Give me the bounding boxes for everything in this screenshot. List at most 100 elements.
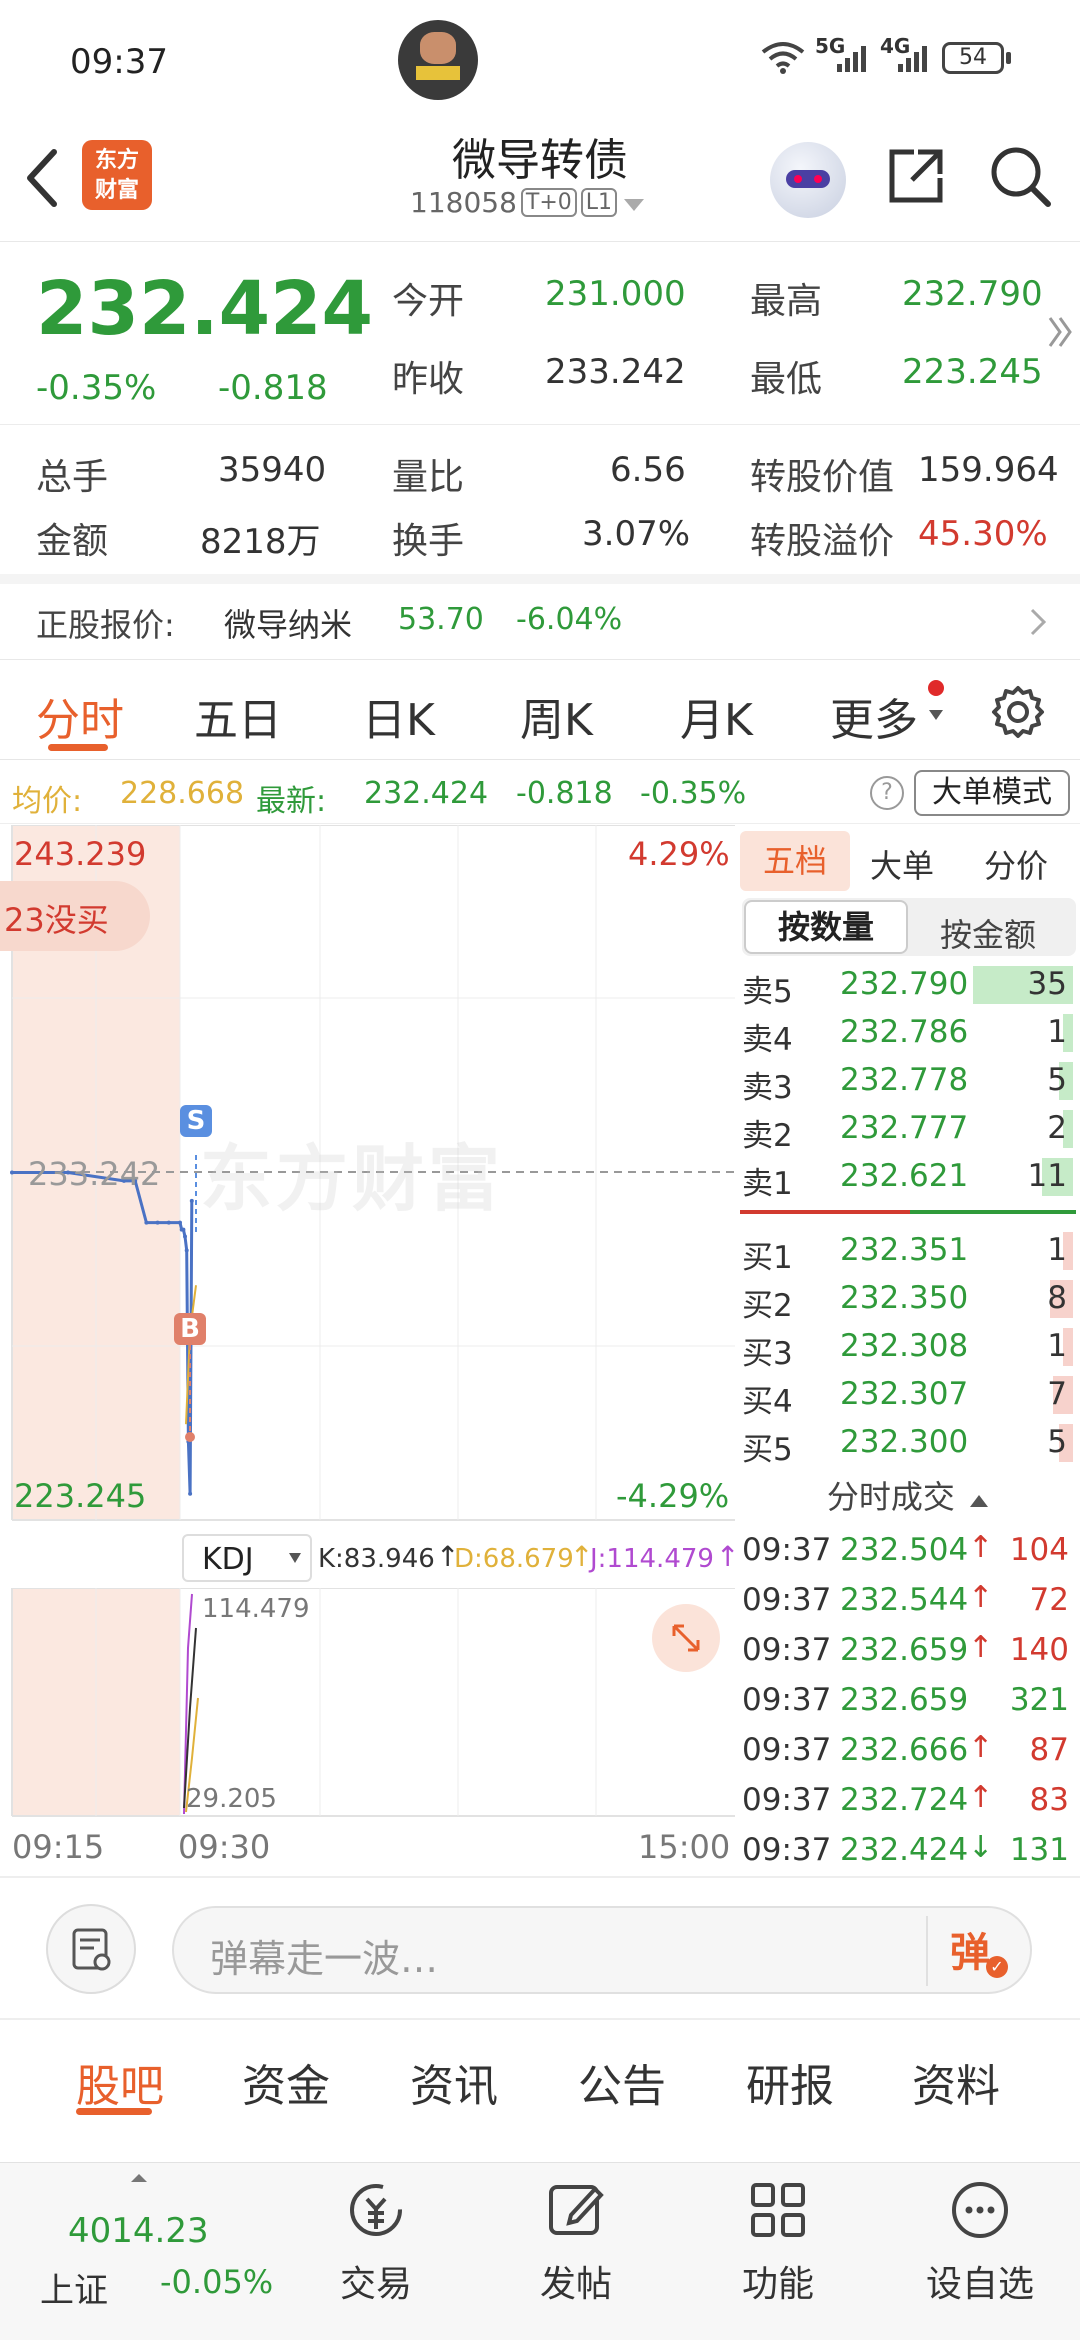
robot-assistant-icon[interactable] bbox=[770, 142, 846, 218]
ask-row[interactable]: 卖1 232.621 11 bbox=[740, 1152, 1075, 1202]
grid-icon bbox=[751, 2183, 805, 2237]
tab-large-orders[interactable]: 大单 bbox=[870, 841, 934, 887]
price-point bbox=[178, 1220, 182, 1225]
turnover-value: 3.07% bbox=[582, 514, 691, 554]
d-value: D:68.679 bbox=[454, 1544, 574, 1574]
settings-gear-icon[interactable] bbox=[990, 684, 1046, 744]
tab-announcements[interactable]: 公告 bbox=[578, 2050, 666, 2114]
latest-change-pct: -0.35% bbox=[640, 776, 747, 811]
bid-row[interactable]: 买4 232.307 7 bbox=[740, 1370, 1075, 1420]
tab-news[interactable]: 资讯 bbox=[410, 2050, 498, 2114]
index-change: -0.05% bbox=[160, 2263, 274, 2301]
comment-bar: 弹幕走一波… 弹 ✓ bbox=[0, 1880, 1080, 2020]
price-point bbox=[189, 1198, 194, 1203]
ask-bid-divider-red bbox=[740, 1210, 910, 1214]
intraday-chart[interactable]: 东方财富 243.239 4.29% 233.242 223.245 -4.29… bbox=[0, 824, 735, 1525]
tab-five-day[interactable]: 五日 bbox=[194, 684, 282, 748]
indicator-select[interactable]: KDJ bbox=[182, 1534, 312, 1582]
prev-close-label: 昨收 bbox=[392, 359, 465, 400]
vol-ratio-label: 量比 bbox=[392, 457, 465, 498]
by-amount-button[interactable]: 按金额 bbox=[940, 910, 1036, 956]
danmu-input[interactable]: 弹幕走一波… 弹 ✓ bbox=[172, 1906, 1032, 1994]
nav-functions[interactable]: 功能 bbox=[708, 2175, 848, 2307]
by-quantity-label: 按数量 bbox=[777, 908, 874, 946]
tab-price-dist[interactable]: 分价 bbox=[984, 841, 1048, 887]
sell-marker-label: S bbox=[186, 1106, 206, 1136]
ask-row[interactable]: 卖3 232.778 5 bbox=[740, 1056, 1075, 1106]
trade-direction-icon: ↑ bbox=[968, 1580, 994, 1615]
trade-volume: 104 bbox=[1009, 1532, 1069, 1568]
trades-title: 分时成交 bbox=[826, 1478, 955, 1516]
security-code: 118058 bbox=[410, 186, 517, 219]
sell-marker[interactable]: S bbox=[180, 1105, 212, 1137]
danmu-toggle-label: 弹 bbox=[950, 1930, 990, 1976]
battery-icon: 54 bbox=[942, 42, 1004, 74]
underlying-stock-row[interactable]: 正股报价: 微导纳米 53.70 -6.04% bbox=[0, 584, 1080, 660]
tab-five-levels[interactable]: 五档 bbox=[740, 831, 850, 891]
security-code-row[interactable]: 118058 T+0 L1 bbox=[410, 186, 645, 219]
bid-price: 232.350 bbox=[840, 1280, 969, 1316]
tab-profile[interactable]: 资料 bbox=[912, 2050, 1000, 2114]
trade-price: 232.724 bbox=[840, 1782, 969, 1818]
trade-volume: 140 bbox=[1009, 1632, 1069, 1668]
buy-marker[interactable]: B bbox=[174, 1313, 206, 1345]
tab-funds[interactable]: 资金 bbox=[242, 2050, 330, 2114]
nav-trade-label: 交易 bbox=[339, 2264, 412, 2305]
ask-price: 232.777 bbox=[840, 1110, 969, 1146]
battery-level: 54 bbox=[959, 45, 987, 70]
help-icon[interactable]: ? bbox=[870, 776, 904, 810]
underlying-name: 微导纳米 bbox=[224, 606, 353, 644]
watermark: 东方财富 bbox=[200, 1137, 505, 1221]
tab-more[interactable]: 更多 bbox=[830, 684, 918, 748]
wifi-icon bbox=[760, 40, 806, 78]
share-icon[interactable] bbox=[884, 144, 948, 212]
underlying-label: 正股报价: bbox=[36, 606, 175, 644]
time-open: 09:30 bbox=[178, 1828, 271, 1866]
index-ticker[interactable]: 4014.23 上证 -0.05% bbox=[20, 2163, 300, 2333]
amount-label: 金额 bbox=[36, 521, 109, 562]
tab-research[interactable]: 研报 bbox=[746, 2050, 834, 2114]
danmu-settings-icon[interactable] bbox=[46, 1904, 136, 1994]
bid-row[interactable]: 买3 232.308 1 bbox=[740, 1322, 1075, 1372]
nav-trade[interactable]: 交易 bbox=[306, 2175, 446, 2307]
orderbook-tabs: 五档 大单 分价 bbox=[738, 825, 1080, 895]
tab-weekly-k[interactable]: 周K bbox=[520, 684, 593, 748]
price-point bbox=[188, 1491, 193, 1496]
danmu-toggle-button[interactable]: 弹 ✓ bbox=[950, 1920, 1010, 1980]
tab-intraday[interactable]: 分时 bbox=[36, 684, 124, 748]
bid-level-label: 买1 bbox=[742, 1240, 793, 1276]
bid-row[interactable]: 买1 232.351 1 bbox=[740, 1226, 1075, 1276]
nav-post[interactable]: 发帖 bbox=[506, 2175, 646, 2307]
trade-time: 09:37 bbox=[742, 1832, 832, 1868]
tab-guba[interactable]: 股吧 bbox=[76, 2050, 164, 2114]
search-icon[interactable] bbox=[988, 144, 1054, 214]
avatar[interactable] bbox=[398, 20, 478, 100]
ask-row[interactable]: 卖4 232.786 1 bbox=[740, 1008, 1075, 1058]
nav-add-watchlist[interactable]: 设自选 bbox=[910, 2175, 1050, 2307]
kdj-chart[interactable]: 114.479 29.205 bbox=[0, 1587, 735, 1818]
price-point bbox=[184, 1248, 189, 1253]
ask-price: 232.778 bbox=[840, 1062, 969, 1098]
bid-row[interactable]: 买5 232.300 5 bbox=[740, 1418, 1075, 1468]
large-order-mode-button[interactable]: 大单模式 bbox=[914, 770, 1070, 816]
last-price: 232.424 bbox=[36, 266, 374, 352]
tab-daily-k[interactable]: 日K bbox=[362, 684, 435, 748]
expand-chevron-icon[interactable] bbox=[1046, 312, 1074, 356]
high-value: 232.790 bbox=[902, 274, 1043, 314]
bid-row[interactable]: 买2 232.350 8 bbox=[740, 1274, 1075, 1324]
volume-label: 总手 bbox=[36, 457, 109, 498]
bid-volume: 8 bbox=[1047, 1280, 1067, 1316]
ask-row[interactable]: 卖2 232.777 2 bbox=[740, 1104, 1075, 1154]
bid-price: 232.308 bbox=[840, 1328, 969, 1364]
ask-level-label: 卖5 bbox=[742, 974, 793, 1010]
trades-header[interactable]: 分时成交 bbox=[740, 1472, 1076, 1522]
by-quantity-button[interactable]: 按数量 bbox=[744, 900, 908, 954]
fullscreen-expand-icon[interactable] bbox=[652, 1604, 720, 1672]
turnover-label: 换手 bbox=[392, 521, 465, 562]
ask-level-label: 卖2 bbox=[742, 1118, 793, 1154]
trade-row: 09:37 232.666 ↑ 87 bbox=[740, 1724, 1075, 1774]
toast-bubble[interactable]: 23没买 bbox=[0, 881, 150, 951]
tab-monthly-k[interactable]: 月K bbox=[680, 684, 753, 748]
ask-volume: 5 bbox=[1047, 1062, 1067, 1098]
ask-row[interactable]: 卖5 232.790 35 bbox=[740, 960, 1075, 1010]
